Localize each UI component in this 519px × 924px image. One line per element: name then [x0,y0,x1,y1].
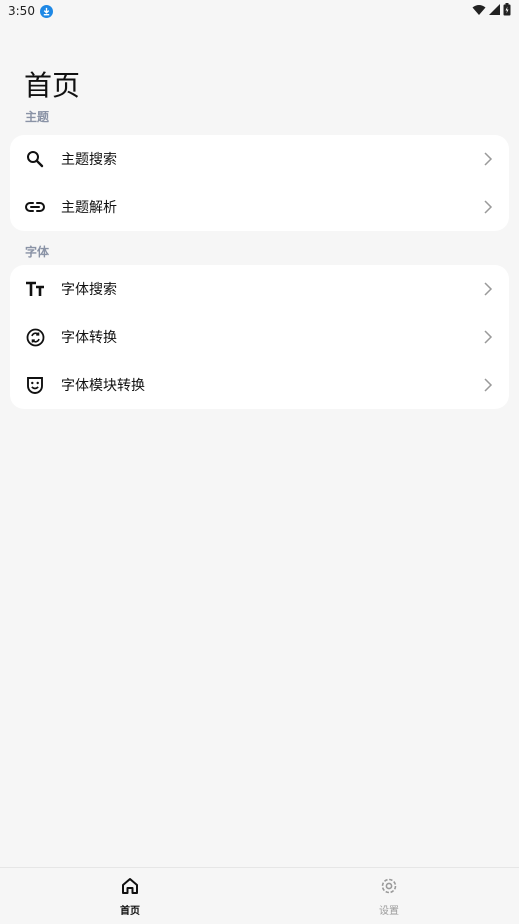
status-bar: 3:50 [0,0,519,22]
menu-item-label: 字体转换 [61,330,117,346]
nav-label-home: 首页 [120,906,140,917]
nav-item-settings[interactable]: 设置 [349,876,429,917]
link-icon [25,197,45,217]
chevron-right-icon [484,152,493,166]
status-left: 3:50 [8,4,53,18]
section-label-theme: 主题 [25,110,50,124]
chevron-right-icon [484,282,493,296]
signal-icon [489,4,500,18]
chevron-right-icon [484,330,493,344]
theme-card: 主题搜索 主题解析 [10,135,509,231]
chevron-right-icon [484,200,493,214]
nav-item-home[interactable]: 首页 [90,876,170,917]
menu-item-label: 主题解析 [61,200,117,216]
menu-item-font-module-convert[interactable]: 字体模块转换 [10,361,509,409]
nav-label-settings: 设置 [379,906,399,917]
text-size-icon [25,279,45,299]
home-icon [120,876,140,900]
status-right [472,3,511,19]
menu-item-label: 字体模块转换 [61,378,145,394]
settings-gear-icon [379,876,399,900]
page-title: 首页 [24,69,81,102]
status-time: 3:50 [8,4,35,18]
menu-item-label: 字体搜索 [61,282,117,298]
search-icon [25,149,45,169]
battery-icon [503,3,511,19]
bottom-nav: 首页 设置 [0,867,519,924]
menu-item-font-convert[interactable]: 字体转换 [10,313,509,361]
download-icon [39,4,53,18]
menu-item-font-search[interactable]: 字体搜索 [10,265,509,313]
chevron-right-icon [484,378,493,392]
wifi-icon [472,4,486,19]
convert-icon [25,327,45,347]
section-label-font: 字体 [25,245,50,259]
menu-item-label: 主题搜索 [61,152,117,168]
theater-mask-icon [25,375,45,395]
menu-item-theme-search[interactable]: 主题搜索 [10,135,509,183]
menu-item-theme-parse[interactable]: 主题解析 [10,183,509,231]
font-card: 字体搜索 字体转换 字体模块转换 [10,265,509,409]
